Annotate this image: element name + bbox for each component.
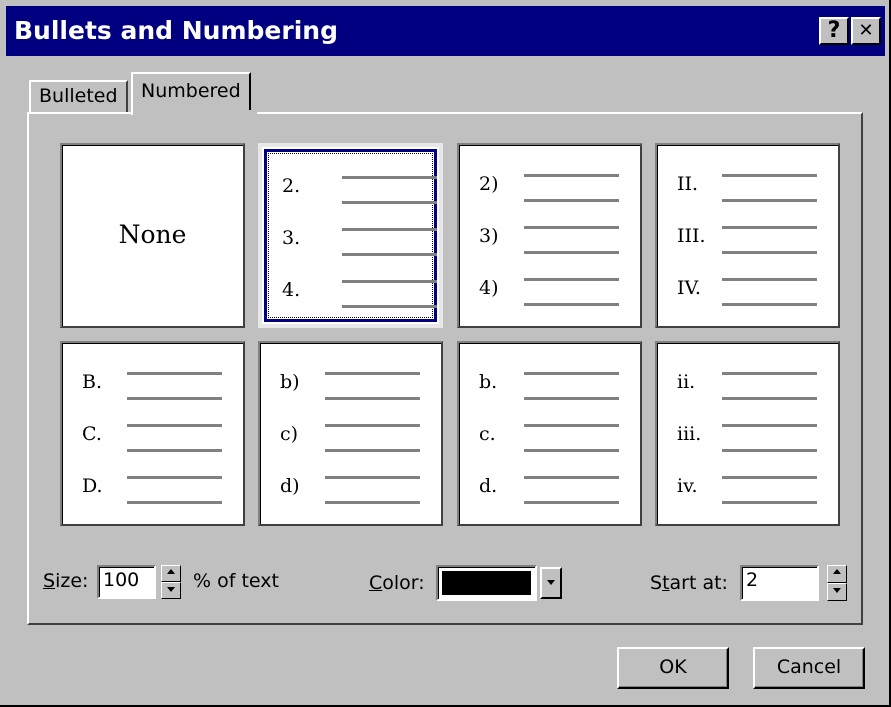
size-suffix: % of text (193, 570, 279, 592)
item-number: 4) (479, 277, 499, 299)
item-number: 4. (282, 279, 301, 301)
list-item: 4) (479, 269, 629, 321)
dialog-title: Bullets and Numbering (14, 16, 338, 45)
item-number: D. (82, 475, 103, 497)
item-number: C. (82, 423, 102, 445)
style-alpha-lower-paren[interactable]: b) c) d) (258, 341, 443, 526)
item-number: 2. (282, 175, 301, 197)
chevron-down-icon (547, 580, 555, 585)
tab-bulleted[interactable]: Bulleted (29, 80, 128, 114)
item-number: c) (280, 423, 299, 445)
none-label: None (118, 220, 187, 249)
list-item: 2) (479, 165, 629, 217)
tab-numbered[interactable]: Numbered (131, 72, 251, 115)
list-item: d) (280, 467, 430, 519)
color-picker[interactable] (436, 565, 537, 601)
size-label: Size: (43, 570, 89, 592)
help-icon[interactable]: ? (819, 17, 849, 45)
item-number: b. (479, 371, 498, 393)
size-stepper[interactable] (161, 565, 181, 599)
start-at-stepper[interactable] (827, 565, 847, 601)
color-dropdown-button[interactable] (540, 567, 562, 599)
list-item: d. (479, 467, 629, 519)
start-at-input[interactable]: 2 (740, 565, 819, 601)
item-number: 3) (479, 225, 499, 247)
item-number: B. (82, 371, 103, 393)
tab-join (133, 110, 257, 116)
style-arabic-paren[interactable]: 2) 3) 4) (457, 143, 642, 328)
start-down-icon[interactable] (827, 583, 847, 601)
list-item: iv. (677, 467, 827, 519)
style-alpha-upper[interactable]: B. C. D. (60, 341, 245, 526)
list-item: c) (280, 415, 430, 467)
list-item: c. (479, 415, 629, 467)
item-number: III. (677, 225, 706, 247)
close-icon[interactable]: ✕ (851, 17, 881, 45)
item-number: II. (677, 173, 699, 195)
item-number: iii. (677, 423, 702, 445)
list-item: B. (82, 363, 232, 415)
style-roman-lower[interactable]: ii. iii. iv. (655, 341, 840, 526)
item-number: b) (280, 371, 300, 393)
style-arabic-period[interactable]: 2. 3. 4. (258, 143, 443, 328)
item-number: IV. (677, 277, 701, 299)
item-number: 3. (282, 227, 301, 249)
item-number: d. (479, 475, 498, 497)
list-item: ii. (677, 363, 827, 415)
list-item: C. (82, 415, 232, 467)
list-item: b. (479, 363, 629, 415)
list-item: II. (677, 165, 827, 217)
list-item: 3. (282, 219, 437, 271)
start-up-icon[interactable] (827, 565, 847, 583)
cancel-button[interactable]: Cancel (753, 647, 865, 689)
size-up-icon[interactable] (161, 565, 181, 582)
title-bar[interactable]: Bullets and Numbering ? ✕ (6, 6, 885, 56)
item-number: ii. (677, 371, 696, 393)
item-number: d) (280, 475, 300, 497)
style-alpha-lower-period[interactable]: b. c. d. (457, 341, 642, 526)
list-item: 3) (479, 217, 629, 269)
list-item: 2. (282, 167, 437, 219)
color-swatch (442, 571, 531, 595)
style-none[interactable]: None (60, 143, 245, 328)
list-item: D. (82, 467, 232, 519)
size-input[interactable]: 100 (97, 565, 156, 599)
item-number: 2) (479, 173, 499, 195)
list-item: iii. (677, 415, 827, 467)
list-item: 4. (282, 271, 437, 323)
item-number: iv. (677, 475, 698, 497)
list-item: b) (280, 363, 430, 415)
size-down-icon[interactable] (161, 582, 181, 599)
start-at-label: Start at: (650, 572, 728, 594)
list-item: IV. (677, 269, 827, 321)
color-label: Color: (369, 572, 425, 594)
style-roman-upper[interactable]: II. III. IV. (655, 143, 840, 328)
item-number: c. (479, 423, 496, 445)
ok-button[interactable]: OK (617, 647, 729, 689)
bullets-numbering-dialog: Bullets and Numbering ? ✕ Bulleted Numbe… (0, 0, 891, 707)
list-item: III. (677, 217, 827, 269)
